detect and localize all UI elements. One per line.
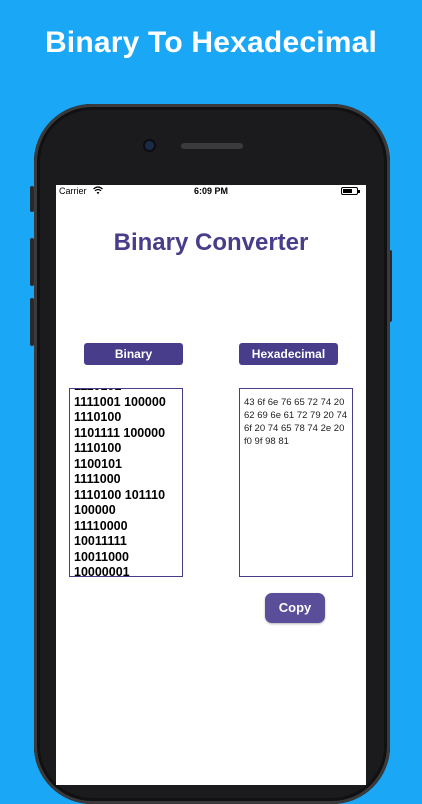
binary-line: 1111001 100000 (74, 394, 166, 409)
binary-line: 1101111 100000 (74, 425, 166, 440)
app-title: Binary Converter (113, 229, 309, 256)
status-time: 6:09 PM (193, 186, 228, 196)
hexadecimal-label-button[interactable]: Hexadecimal (239, 343, 338, 365)
binary-line: 11110000 (74, 518, 128, 533)
binary-line: 1110100 (74, 410, 122, 424)
battery-icon (341, 187, 360, 195)
copy-button[interactable]: Copy (265, 593, 325, 623)
status-bar: Carrier 6:09 PM (56, 185, 366, 199)
binary-line: 1110100 101110 (74, 487, 166, 502)
binary-line: 10000001 (74, 565, 130, 577)
binary-label-button[interactable]: Binary (84, 343, 183, 365)
binary-line: 1111000 (74, 472, 121, 486)
binary-line: 1110100 (74, 441, 122, 455)
hex-output-box[interactable]: 43 6f 6e 76 65 72 74 20 62 69 6e 61 72 7… (239, 388, 353, 577)
binary-line: 100000 (74, 503, 116, 517)
binary-input-box[interactable]: 11101011111001 10000011101001101111 1000… (69, 388, 183, 577)
promo-title: Binary To Hexadecimal (44, 26, 378, 59)
binary-line: 10011000 (74, 549, 129, 564)
earpiece (181, 143, 243, 149)
binary-line: 1100101 (74, 456, 122, 471)
camera-icon (145, 141, 154, 150)
binary-text: 11101011111001 10000011101001101111 1000… (74, 389, 166, 577)
app-screen: Carrier 6:09 PM Binary Converter Binary … (56, 185, 366, 785)
hex-text: 43 6f 6e 76 65 72 74 20 62 69 6e 61 72 7… (244, 397, 348, 447)
binary-line: 10011111 (74, 534, 127, 548)
